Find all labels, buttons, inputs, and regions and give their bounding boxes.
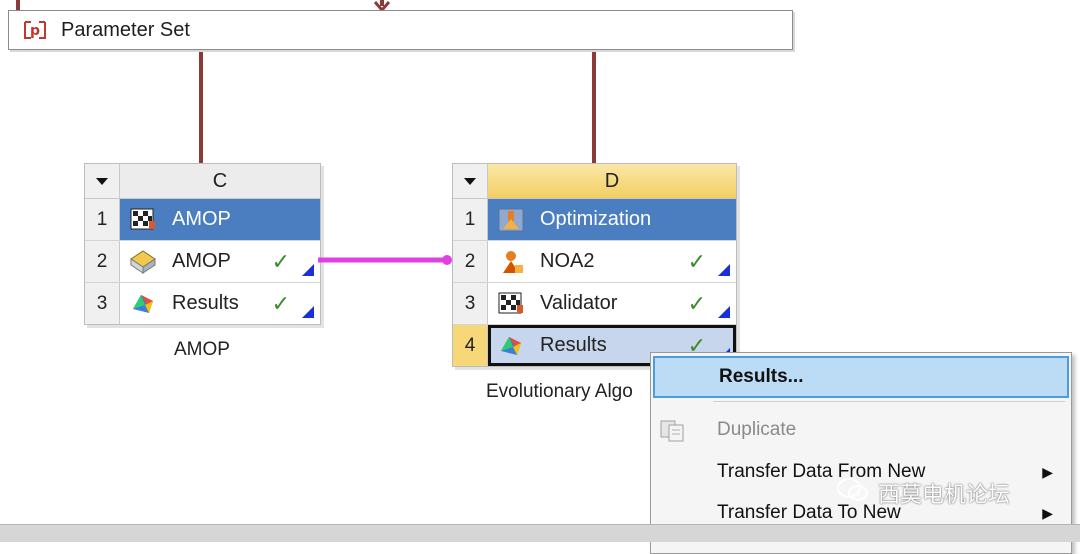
noa2-icon: [496, 247, 526, 277]
menu-item-label: Duplicate: [717, 419, 797, 440]
menu-separator: [713, 401, 1065, 402]
parameter-set-label: Parameter Set: [61, 18, 190, 41]
validator-icon: [496, 289, 526, 319]
row-number: 3: [453, 283, 488, 324]
system-d-menu-button[interactable]: [453, 164, 488, 198]
status-bar: [0, 524, 1080, 542]
check-icon: ✓: [271, 249, 290, 274]
system-d-header: D: [453, 164, 736, 199]
link-corner-icon: [718, 264, 730, 276]
row-number: 3: [85, 283, 120, 324]
system-c-row-3[interactable]: 3 Results ✓: [85, 283, 320, 324]
link-corner-icon: [302, 264, 314, 276]
amop-cell-label: AMOP: [172, 250, 231, 272]
check-icon: ✓: [687, 249, 706, 274]
svg-text:p: p: [30, 23, 40, 39]
optimization-icon: [496, 205, 526, 235]
connector-line-d: [592, 48, 596, 165]
data-link-line[interactable]: [318, 252, 458, 268]
system-c-title: AMOP: [172, 208, 231, 230]
amop-cell[interactable]: AMOP ✓: [120, 241, 320, 282]
connector-line-c: [199, 48, 203, 165]
link-corner-icon: [718, 306, 730, 318]
system-c-menu-button[interactable]: [85, 164, 120, 198]
system-c-column-label: C: [120, 164, 320, 198]
system-d-title: Optimization: [540, 208, 652, 230]
noa2-cell[interactable]: NOA2 ✓: [488, 241, 736, 282]
system-c-row-1[interactable]: 1 AMOP: [85, 199, 320, 241]
check-icon: ✓: [687, 291, 706, 316]
system-d-row-1[interactable]: 1 Optimization: [453, 199, 736, 241]
results-icon: [496, 331, 526, 361]
chevron-down-icon: [464, 178, 476, 185]
watermark-text: 西莫电机论坛: [878, 482, 1011, 507]
system-d-caption[interactable]: Evolutionary Algo: [486, 381, 633, 403]
submenu-arrow-icon: ▶: [1042, 463, 1053, 480]
check-icon: ✓: [271, 291, 290, 316]
duplicate-icon: [659, 419, 689, 449]
system-c-row-2[interactable]: 2 AMOP ✓: [85, 241, 320, 283]
system-c-title-cell[interactable]: AMOP: [120, 199, 320, 240]
validator-cell[interactable]: Validator ✓: [488, 283, 736, 324]
chevron-down-icon: [96, 178, 108, 185]
system-c-header: C: [85, 164, 320, 199]
parameter-set-bar[interactable]: p Parameter Set: [8, 10, 793, 50]
row-number: 2: [453, 241, 488, 282]
results-cell[interactable]: Results ✓: [120, 283, 320, 324]
system-d-row-3[interactable]: 3 Validator ✓: [453, 283, 736, 325]
row-number: 2: [85, 241, 120, 282]
amop-cell-icon: [128, 247, 158, 277]
results-icon: [128, 289, 158, 319]
system-c-caption[interactable]: AMOP: [174, 339, 230, 361]
menu-item-label: Results...: [719, 366, 804, 387]
system-d-column-label: D: [488, 164, 736, 198]
amop-flag-icon: [128, 205, 158, 235]
row-number: 1: [85, 199, 120, 240]
validator-cell-label: Validator: [540, 292, 618, 314]
parameter-set-icon: p: [21, 16, 49, 44]
system-d-block[interactable]: D 1 Optimization 2 NOA2 ✓ 3 Validator ✓ …: [452, 163, 737, 367]
row-number: 1: [453, 199, 488, 240]
watermark: 西莫电机论坛: [836, 476, 1010, 510]
noa2-cell-label: NOA2: [540, 250, 595, 272]
results-cell-label: Results: [172, 292, 239, 314]
system-d-title-cell[interactable]: Optimization: [488, 199, 736, 240]
submenu-arrow-icon: ▶: [1042, 504, 1053, 521]
link-corner-icon: [302, 306, 314, 318]
menu-item-duplicate[interactable]: Duplicate: [651, 411, 1071, 449]
results-cell-label: Results: [540, 334, 607, 356]
wechat-icon: [836, 476, 870, 510]
system-c-block[interactable]: C 1 AMOP 2 AMOP ✓ 3 Results ✓: [84, 163, 321, 325]
menu-item-results[interactable]: Results...: [653, 356, 1069, 398]
row-number: 4: [453, 325, 488, 366]
system-d-row-2[interactable]: 2 NOA2 ✓: [453, 241, 736, 283]
